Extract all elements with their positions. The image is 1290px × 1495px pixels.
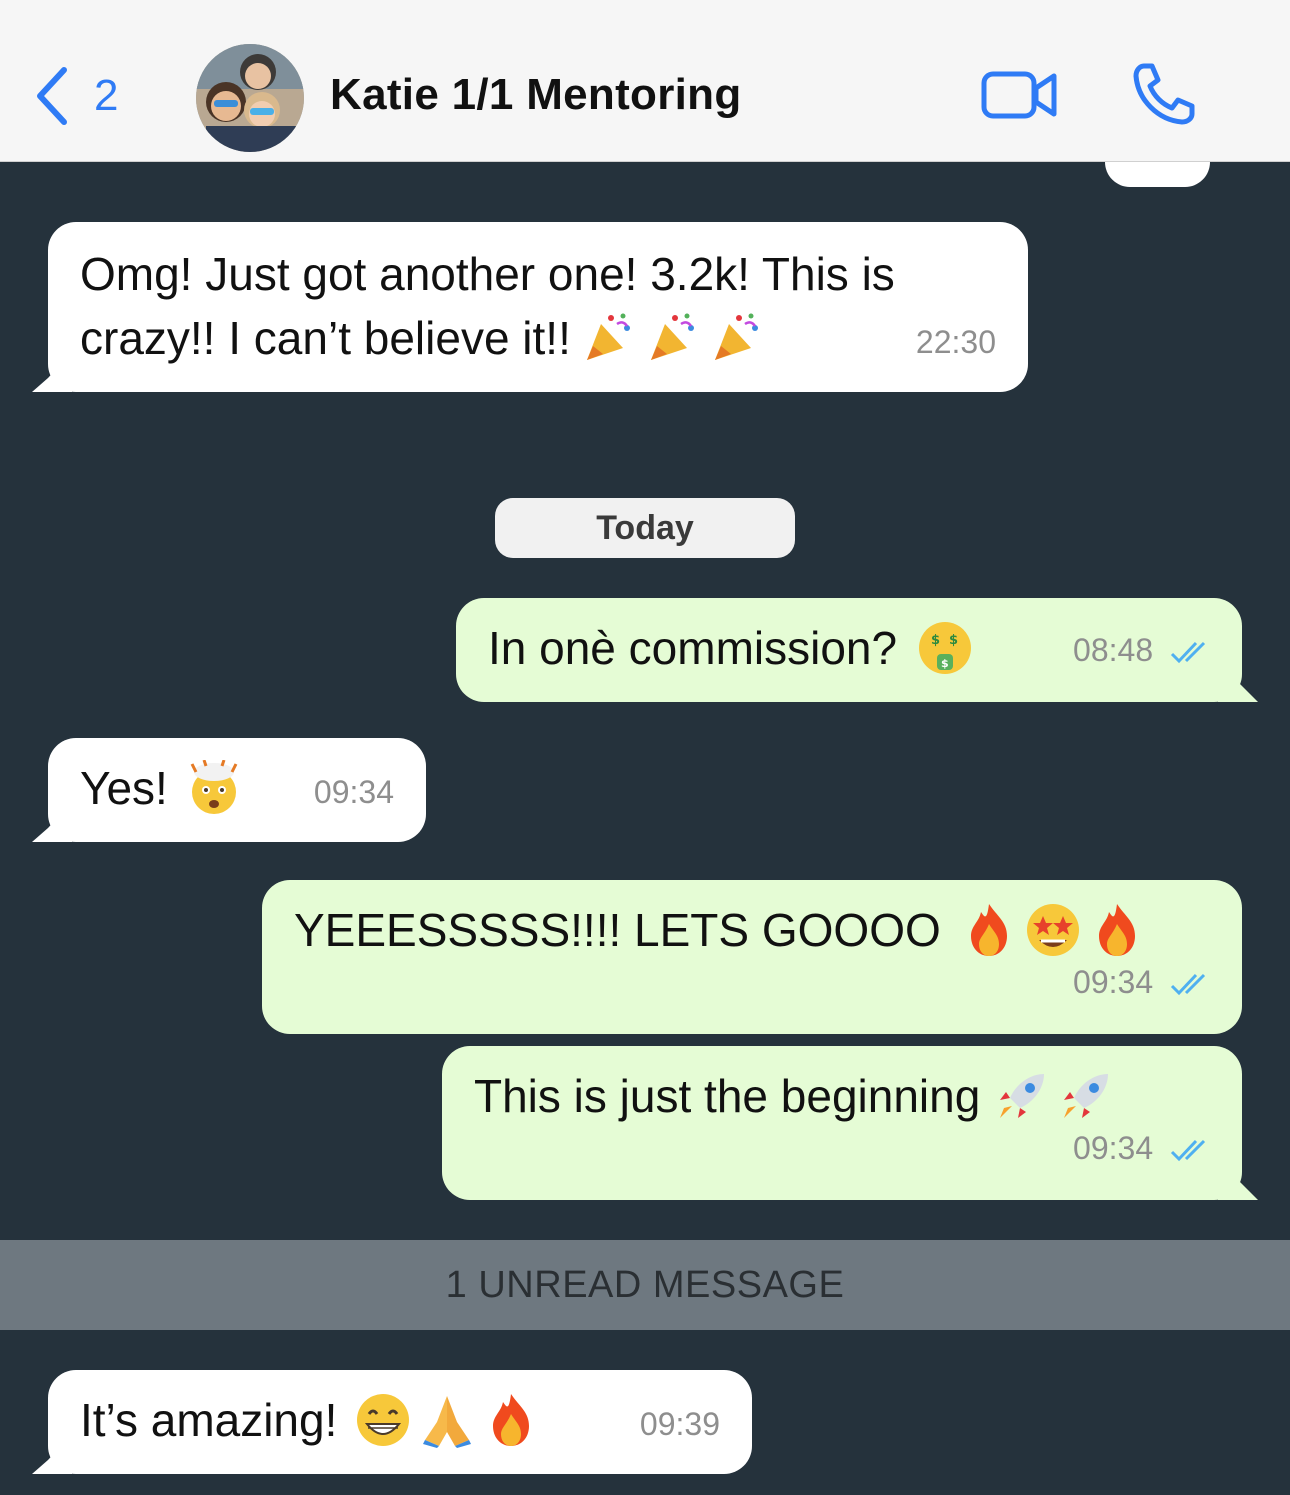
message-text: In onè commission? [488, 622, 898, 674]
message-outgoing[interactable]: In onè commission? $ $ $ 08:48 [456, 598, 1242, 702]
message-timestamp: 09:39 [639, 1406, 720, 1442]
party-popper-icon [586, 313, 630, 360]
page-title[interactable]: Katie 1/1 Mentoring [330, 70, 742, 120]
message-timestamp: 09:34 [313, 774, 394, 810]
message-text: Yes! [80, 762, 168, 814]
previous-message-fragment [1105, 162, 1210, 187]
message-meta: 09:34 [1073, 1116, 1212, 1180]
message-incoming[interactable]: Yes! 09:34 [48, 738, 426, 842]
message-text: YEEESSSSS!!!! LETS GOOOO [294, 904, 941, 956]
exploding-head-icon [190, 760, 238, 814]
unread-chats-count: 2 [94, 71, 119, 120]
message-text: This is just the beginning [474, 1070, 981, 1122]
message-timestamp: 22:30 [915, 324, 996, 360]
message-timestamp: 09:34 [1073, 964, 1154, 1000]
fire-icon [970, 904, 1007, 956]
back-button[interactable]: 2 [30, 60, 118, 132]
message-outgoing[interactable]: This is just the beginning 09:34 [442, 1046, 1242, 1200]
message-text: It’s amazing! [80, 1394, 338, 1446]
message-meta: 09:34 [1073, 950, 1212, 1014]
message-meta: 08:48 [1073, 618, 1212, 682]
message-text-line: Omg! Just got another one! 3.2k! This is [80, 248, 895, 300]
avatar[interactable] [196, 44, 304, 152]
unread-divider: 1 UNREAD MESSAGE [0, 1240, 1290, 1330]
phone-call-icon[interactable] [1130, 60, 1198, 128]
svg-text:$: $ [931, 633, 940, 648]
message-outgoing[interactable]: YEEESSSSS!!!! LETS GOOOO 09:34 [262, 880, 1242, 1034]
read-receipt-icon [1170, 641, 1206, 663]
date-divider: Today [495, 498, 795, 558]
message-text-line: crazy!! I can’t believe it!! [80, 312, 571, 364]
chat-thread[interactable]: Omg! Just got another one! 3.2k! This is… [0, 162, 1290, 1495]
read-receipt-icon [1170, 973, 1206, 995]
message-timestamp: 08:48 [1073, 632, 1154, 668]
read-receipt-icon [1170, 1139, 1206, 1161]
party-popper-icon [714, 313, 758, 360]
svg-text:$: $ [941, 657, 949, 670]
video-call-icon[interactable] [980, 62, 1060, 126]
chevron-left-icon [37, 67, 67, 125]
message-incoming[interactable]: It’s amazing! 09:39 [48, 1370, 752, 1474]
fire-icon [493, 1394, 530, 1446]
money-mouth-face-icon: $ $ $ [919, 622, 972, 674]
folded-hands-icon [423, 1396, 472, 1448]
message-timestamp: 09:34 [1073, 1130, 1154, 1166]
grinning-face-icon [357, 1394, 410, 1446]
rocket-icon [1000, 1074, 1045, 1118]
message-incoming[interactable]: Omg! Just got another one! 3.2k! This is… [48, 222, 1028, 392]
chat-header: 2 Katie 1/1 Mentoring [0, 0, 1290, 162]
svg-text:$: $ [949, 633, 958, 648]
party-popper-icon [650, 313, 694, 360]
